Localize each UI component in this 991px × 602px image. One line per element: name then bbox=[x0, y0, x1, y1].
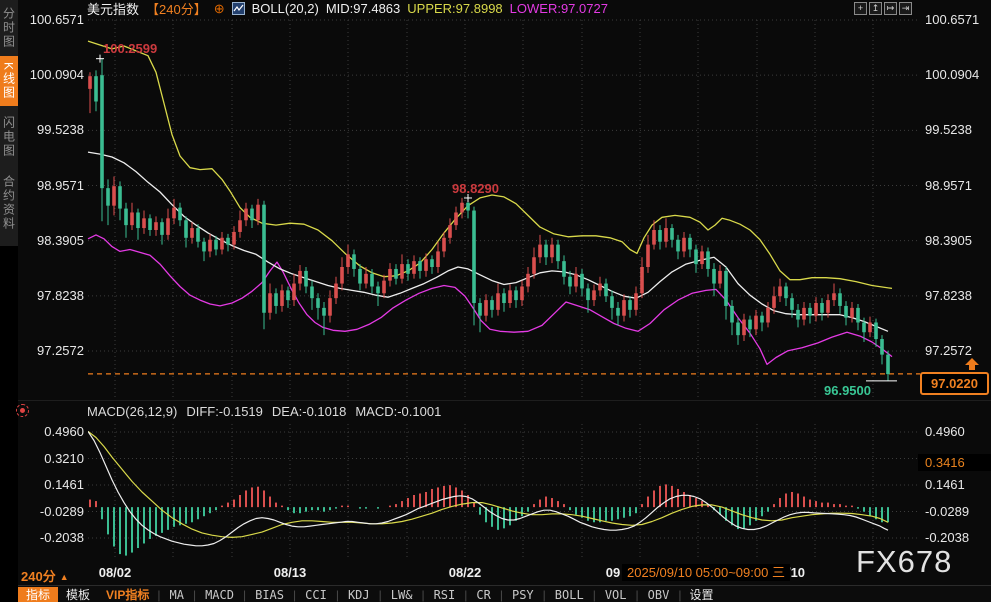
sidebar-tab-2[interactable]: K线图 bbox=[0, 56, 18, 106]
boll-mid-value: MID:97.4863 bbox=[326, 1, 400, 16]
toolbar-item-15[interactable]: OBV bbox=[639, 587, 679, 602]
macd-axis-label-left: -0.0289 bbox=[24, 504, 84, 519]
macd-axis-label-left: 0.1461 bbox=[24, 477, 84, 492]
price-axis-label-right: 98.9571 bbox=[925, 178, 989, 193]
toolbar-item-3[interactable]: VIP指标 bbox=[98, 587, 157, 602]
indicator-toolbar: 指标模板VIP指标|MA|MACD|BIAS|CCI|KDJ|LW&|RSI|C… bbox=[18, 585, 991, 602]
target-dot-icon bbox=[20, 408, 25, 413]
sidebar-tab-3[interactable]: 闪电图 bbox=[0, 110, 18, 164]
toolbar-item-2[interactable]: 模板 bbox=[58, 587, 98, 602]
price-axis-label-right: 99.5238 bbox=[925, 122, 989, 137]
macd-axis-label-left: -0.2038 bbox=[24, 530, 84, 545]
price-axis-label-right: 97.8238 bbox=[925, 288, 989, 303]
boll-upper-value: UPPER:97.8998 bbox=[407, 1, 502, 16]
x-axis-label: 08/02 bbox=[85, 565, 145, 580]
toolbar-item-10[interactable]: RSI bbox=[425, 587, 465, 602]
price-axis-label-right: 100.6571 bbox=[925, 12, 989, 27]
price-axis-label-left: 100.6571 bbox=[24, 12, 84, 27]
toolbar-item-8[interactable]: KDJ bbox=[339, 587, 379, 602]
sidebar-tab-4[interactable]: 合约资料 bbox=[0, 168, 18, 238]
chart-tool-icons: +↥↦⇥ bbox=[854, 2, 912, 15]
x-axis-label: 08/22 bbox=[435, 565, 495, 580]
chart-type-icon[interactable] bbox=[232, 2, 245, 15]
toolbar-item-9[interactable]: LW& bbox=[382, 587, 422, 602]
toolbar-item-12[interactable]: PSY bbox=[503, 587, 543, 602]
macd-title: MACD(26,12,9) bbox=[87, 404, 177, 419]
low-price-annotation: 96.9500 bbox=[824, 383, 871, 398]
period-tag: 【240分】 bbox=[146, 0, 207, 18]
toolbar-item-7[interactable]: CCI bbox=[296, 587, 336, 602]
toolbar-item-6[interactable]: BIAS bbox=[246, 587, 293, 602]
macd-axis-label-left: 0.4960 bbox=[24, 424, 84, 439]
pan-icon[interactable]: + bbox=[854, 2, 867, 15]
chart-canvas[interactable] bbox=[0, 0, 991, 602]
indicator-name: BOLL(20,2) bbox=[252, 1, 319, 16]
macd-axis-label-right: 0.4960 bbox=[925, 424, 989, 439]
price-axis-label-right: 100.0904 bbox=[925, 67, 989, 82]
macd-axis-label-left: 0.3210 bbox=[24, 451, 84, 466]
toolbar-item-11[interactable]: CR bbox=[467, 587, 499, 602]
macd-dea-value: DEA:-0.1018 bbox=[272, 404, 346, 419]
price-axis-label-left: 97.2572 bbox=[24, 343, 84, 358]
price-axis-label-left: 97.8238 bbox=[24, 288, 84, 303]
price-axis-label-right: 98.3905 bbox=[925, 233, 989, 248]
period-label: 240分 bbox=[21, 569, 56, 584]
zoom-vertical-icon[interactable]: ↥ bbox=[869, 2, 882, 15]
macd-value-badge: 0.3416 bbox=[918, 454, 991, 471]
sidebar: 分时图 K线图闪电图合约资料 bbox=[0, 0, 18, 602]
macd-header: MACD(26,12,9) DIFF:-0.1519 DEA:-0.1018 M… bbox=[87, 404, 441, 419]
add-indicator-icon[interactable]: ⊕ bbox=[214, 2, 225, 15]
macd-axis-label-right: -0.0289 bbox=[925, 504, 989, 519]
macd-axis-label-right: -0.2038 bbox=[925, 530, 989, 545]
watermark: FX678 bbox=[856, 544, 952, 580]
toolbar-item-4[interactable]: MA bbox=[161, 587, 193, 602]
shift-right-icon[interactable]: ⇥ bbox=[899, 2, 912, 15]
x-axis-label: 08/13 bbox=[260, 565, 320, 580]
swing-high-annotation: 98.8290 bbox=[452, 181, 499, 196]
app-window: 分时图 K线图闪电图合约资料 美元指数 【240分】 ⊕ BOLL(20,2) M… bbox=[0, 0, 991, 602]
crosshair-time-tooltip: 2025/09/10 05:00~09:00 三 bbox=[622, 564, 790, 581]
target-icon[interactable] bbox=[16, 404, 29, 417]
price-axis-label-left: 98.3905 bbox=[24, 233, 84, 248]
period-selector[interactable]: 240分 ▲ bbox=[21, 566, 69, 585]
sidebar-tab-1[interactable]: 分时图 bbox=[0, 2, 18, 54]
boll-lower-value: LOWER:97.0727 bbox=[510, 1, 608, 16]
macd-diff-value: DIFF:-0.1519 bbox=[186, 404, 263, 419]
toolbar-item-14[interactable]: VOL bbox=[596, 587, 636, 602]
last-price-box: 97.0220 bbox=[920, 372, 989, 395]
high-price-annotation: 100.2599 bbox=[103, 41, 157, 56]
macd-macd-value: MACD:-0.1001 bbox=[355, 404, 441, 419]
price-axis-label-left: 98.9571 bbox=[24, 178, 84, 193]
chevron-up-icon: ▲ bbox=[60, 572, 69, 582]
toolbar-item-13[interactable]: BOLL bbox=[546, 587, 593, 602]
symbol-title: 美元指数 bbox=[87, 0, 139, 18]
zoom-horizontal-icon[interactable]: ↦ bbox=[884, 2, 897, 15]
macd-axis-label-right: 0.1461 bbox=[925, 477, 989, 492]
toolbar-item-1[interactable]: 指标 bbox=[18, 587, 58, 602]
toolbar-item-16[interactable]: 设置 bbox=[681, 587, 721, 602]
price-axis-label-right: 97.2572 bbox=[925, 343, 989, 358]
price-axis-label-left: 99.5238 bbox=[24, 122, 84, 137]
toolbar-item-5[interactable]: MACD bbox=[196, 587, 243, 602]
chart-header: 美元指数 【240分】 ⊕ BOLL(20,2) MID:97.4863 UPP… bbox=[87, 0, 608, 17]
price-axis-label-left: 100.0904 bbox=[24, 67, 84, 82]
